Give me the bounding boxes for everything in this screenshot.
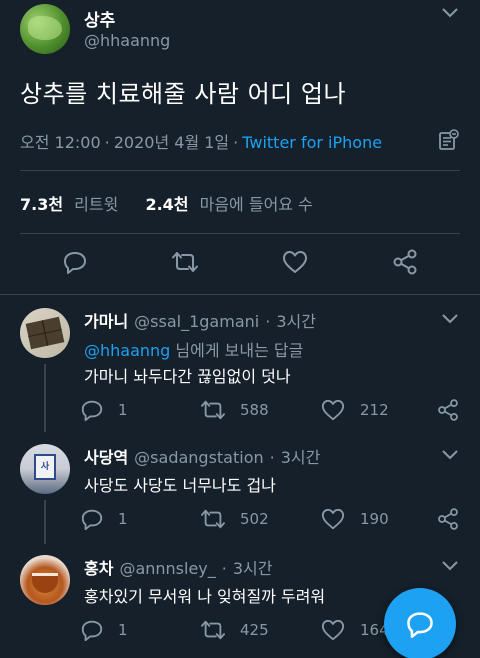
reply-author-handle[interactable]: @annnsley_ [119,559,215,578]
reply-button[interactable]: 1 [80,618,128,642]
reply-tweet[interactable]: 사 사당역 @sadangstation · 3시간 사당도 사당도 너무나도 겁나 … [0,444,480,544]
divider [20,233,460,234]
reply-time[interactable]: 3시간 [233,559,273,578]
reply-text: 홍차있기 무서워 나 잊혀질까 두려워 [84,587,326,606]
avatar[interactable]: 사 [20,444,70,494]
retweet-button[interactable]: 425 [200,618,269,642]
share-icon [438,399,458,421]
tweet-date[interactable]: 2020년 4월 1일 [114,133,229,152]
retweet-count: 425 [240,621,269,639]
tweet-stats: 7.3천 리트윗 2.4천 마음에 들어요 수 [20,191,313,215]
like-icon [321,619,345,641]
reply-header: 홍차 @annnsley_ · 3시간 [84,559,273,578]
retweet-count: 588 [240,401,269,419]
tweet-text: 상추를 치료해줄 사람 어디 업나 [20,80,347,108]
reply-author-name[interactable]: 가마니 [84,312,128,331]
reply-text: 사당도 사당도 너무나도 겁나 [84,476,276,495]
reply-count: 1 [118,621,128,639]
reply-button[interactable]: 1 [80,398,128,422]
main-tweet: 상추 @hhaanng 상추를 치료해줄 사람 어디 업나 오전 12:00 · 2… [0,0,480,294]
reply-icon [407,612,433,638]
chevron-down-icon[interactable] [440,559,460,573]
replying-to-handle[interactable]: @hhaanng [84,341,170,360]
tweet-meta: 오전 12:00 · 2020년 4월 1일 · Twitter for iPhone [20,133,383,152]
tweet-actions [0,247,480,281]
reply-author-name[interactable]: 사당역 [84,448,128,467]
share-button[interactable] [436,398,460,422]
like-count: 212 [360,401,389,419]
avatar[interactable] [20,308,70,358]
like-count: 190 [360,510,389,528]
retweet-icon [200,400,225,420]
share-icon [438,508,458,530]
author-handle[interactable]: @hhaanng [84,31,170,50]
reply-count: 1 [118,401,128,419]
reply-tweet[interactable]: 가마니 @ssal_1gamani · 3시간 @hhaanng 님에게 보내는 답글… [0,308,480,432]
reply-text: 가마니 놔두다간 끊임없이 덧나 [84,367,291,386]
reply-header: 사당역 @sadangstation · 3시간 [84,448,321,467]
retweet-count: 502 [240,510,269,528]
retweet-icon [200,509,225,529]
like-icon [321,508,345,530]
reply-icon [81,400,103,422]
like-button[interactable]: 190 [320,507,389,531]
reply-actions: 1 588 212 [80,398,480,422]
reply-icon [81,620,103,642]
retweets-count[interactable]: 7.3천 [20,195,63,214]
like-button[interactable]: 212 [320,398,389,422]
tweet-activity-icon[interactable] [436,128,460,152]
reply-button[interactable]: 1 [80,507,128,531]
like-icon [321,399,345,421]
share-button[interactable] [436,507,460,531]
retweet-button[interactable]: 502 [200,507,269,531]
compose-reply-button[interactable] [384,588,456,658]
like-button[interactable]: 164 [320,618,389,642]
divider [20,170,460,171]
reply-icon [81,509,103,531]
chevron-down-icon[interactable] [440,312,460,326]
thread-line [44,364,46,432]
reply-time[interactable]: 3시간 [276,312,316,331]
tweet-time: 오전 12:00 [20,133,101,152]
chevron-down-icon[interactable] [440,6,460,20]
reply-author-handle[interactable]: @sadangstation [134,448,263,467]
retweet-icon [200,620,225,640]
likes-count[interactable]: 2.4천 [145,195,188,214]
author-name[interactable]: 상추 [84,6,115,31]
reply-icon[interactable] [60,247,90,277]
divider [0,294,480,295]
share-icon[interactable] [390,247,420,277]
likes-label[interactable]: 마음에 들어요 수 [200,195,313,214]
reply-count: 1 [118,510,128,528]
retweets-label[interactable]: 리트윗 [74,195,118,214]
chevron-down-icon[interactable] [440,448,460,462]
like-icon[interactable] [280,247,310,277]
retweet-button[interactable]: 588 [200,398,269,422]
reply-header: 가마니 @ssal_1gamani · 3시간 [84,312,316,331]
reply-time[interactable]: 3시간 [281,448,321,467]
reply-actions: 1 502 190 [80,507,480,531]
replying-to: @hhaanng 님에게 보내는 답글 [84,341,304,360]
reply-author-handle[interactable]: @ssal_1gamani [134,312,259,331]
tweet-source[interactable]: Twitter for iPhone [242,133,382,152]
reply-author-name[interactable]: 홍차 [84,559,113,578]
avatar[interactable] [20,555,70,605]
author-avatar[interactable] [20,4,70,54]
thread-line [44,500,46,544]
retweet-icon[interactable] [170,247,200,277]
